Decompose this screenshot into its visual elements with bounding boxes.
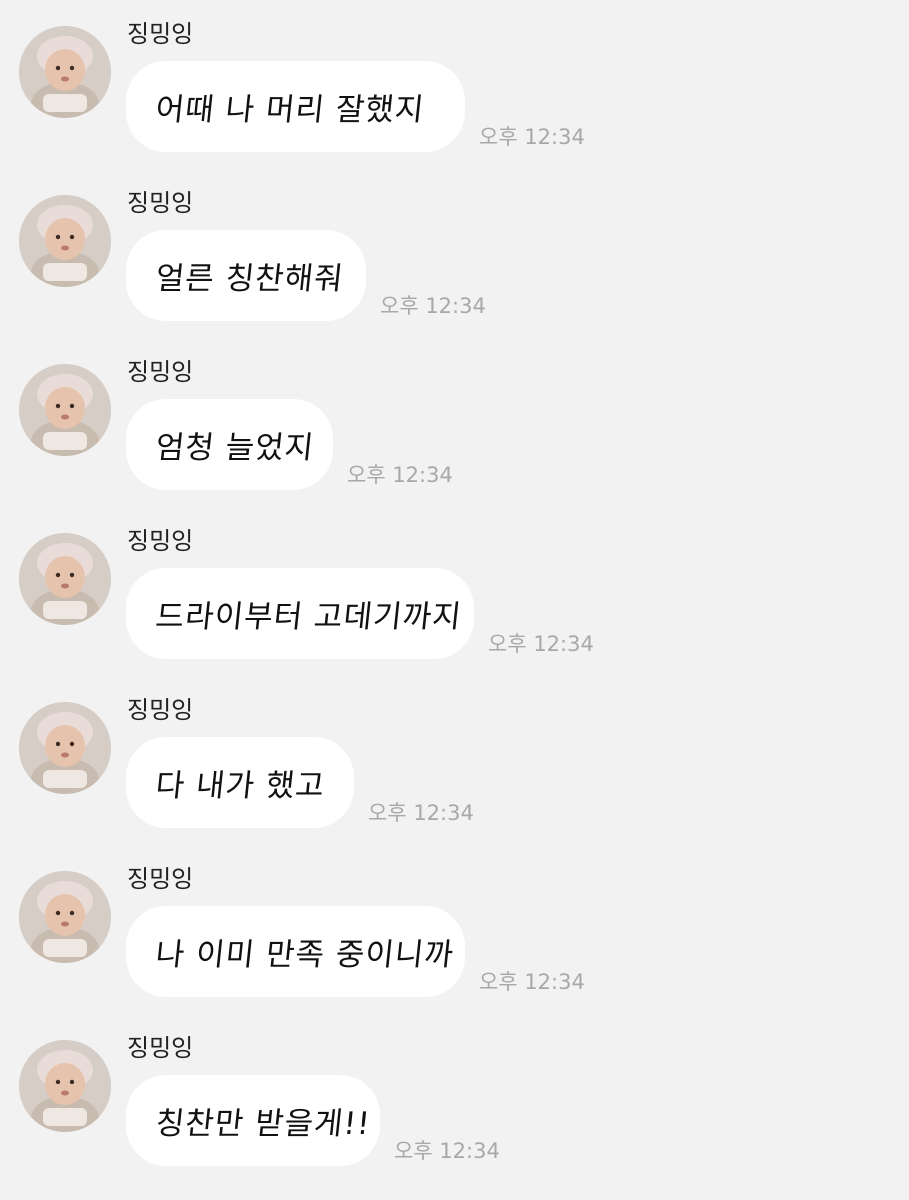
message-bubble[interactable]: 나 이미 만족 중이니까 bbox=[126, 906, 465, 997]
sender-name: 징밍잉 bbox=[127, 20, 194, 48]
message-text: 얼른 칭찬해줘 bbox=[153, 261, 346, 297]
message-timestamp: 오후 12:34 bbox=[368, 801, 474, 825]
baby-avatar-icon bbox=[19, 26, 111, 118]
baby-avatar-icon bbox=[19, 533, 111, 625]
sender-name: 징밍잉 bbox=[127, 189, 194, 217]
message-row: 징밍잉 어때 나 머리 잘했지 오후 12:34 bbox=[0, 0, 909, 169]
message-text: 나 이미 만족 중이니까 bbox=[153, 937, 456, 973]
message-row: 징밍잉 나 이미 만족 중이니까 오후 12:34 bbox=[0, 845, 909, 1014]
message-bubble[interactable]: 얼른 칭찬해줘 bbox=[126, 230, 366, 321]
avatar[interactable] bbox=[19, 26, 111, 118]
message-bubble[interactable]: 칭찬만 받을게!! bbox=[126, 1075, 380, 1166]
message-bubble[interactable]: 다 내가 했고 bbox=[126, 737, 354, 828]
message-row: 징밍잉 엄청 늘었지 오후 12:34 bbox=[0, 338, 909, 507]
message-timestamp: 오후 12:34 bbox=[488, 632, 594, 656]
avatar[interactable] bbox=[19, 195, 111, 287]
message-text: 어때 나 머리 잘했지 bbox=[153, 92, 427, 128]
baby-avatar-icon bbox=[19, 195, 111, 287]
baby-avatar-icon bbox=[19, 1040, 111, 1132]
message-timestamp: 오후 12:34 bbox=[380, 294, 486, 318]
message-timestamp: 오후 12:34 bbox=[479, 970, 585, 994]
message-row: 징밍잉 다 내가 했고 오후 12:34 bbox=[0, 676, 909, 845]
message-bubble[interactable]: 어때 나 머리 잘했지 bbox=[126, 61, 465, 152]
message-row: 징밍잉 얼른 칭찬해줘 오후 12:34 bbox=[0, 169, 909, 338]
sender-name: 징밍잉 bbox=[127, 527, 194, 555]
message-timestamp: 오후 12:34 bbox=[394, 1139, 500, 1163]
message-bubble[interactable]: 드라이부터 고데기까지 bbox=[126, 568, 474, 659]
sender-name: 징밍잉 bbox=[127, 1034, 194, 1062]
avatar[interactable] bbox=[19, 533, 111, 625]
baby-avatar-icon bbox=[19, 871, 111, 963]
sender-name: 징밍잉 bbox=[127, 358, 194, 386]
avatar[interactable] bbox=[19, 364, 111, 456]
message-text: 엄청 늘었지 bbox=[153, 430, 316, 466]
message-row: 징밍잉 칭찬만 받을게!! 오후 12:34 bbox=[0, 1014, 909, 1183]
sender-name: 징밍잉 bbox=[127, 696, 194, 724]
sender-name: 징밍잉 bbox=[127, 865, 194, 893]
message-bubble[interactable]: 엄청 늘었지 bbox=[126, 399, 333, 490]
message-text: 칭찬만 받을게!! bbox=[153, 1106, 373, 1142]
chat-thread: 징밍잉 어때 나 머리 잘했지 오후 12:34 징밍잉 얼른 칭찬해줘 오후 … bbox=[0, 0, 909, 1200]
message-text: 다 내가 했고 bbox=[153, 768, 327, 804]
avatar[interactable] bbox=[19, 702, 111, 794]
baby-avatar-icon bbox=[19, 364, 111, 456]
avatar[interactable] bbox=[19, 871, 111, 963]
baby-avatar-icon bbox=[19, 702, 111, 794]
message-timestamp: 오후 12:34 bbox=[479, 125, 585, 149]
message-row: 징밍잉 드라이부터 고데기까지 오후 12:34 bbox=[0, 507, 909, 676]
avatar[interactable] bbox=[19, 1040, 111, 1132]
message-timestamp: 오후 12:34 bbox=[347, 463, 453, 487]
message-text: 드라이부터 고데기까지 bbox=[153, 599, 464, 635]
